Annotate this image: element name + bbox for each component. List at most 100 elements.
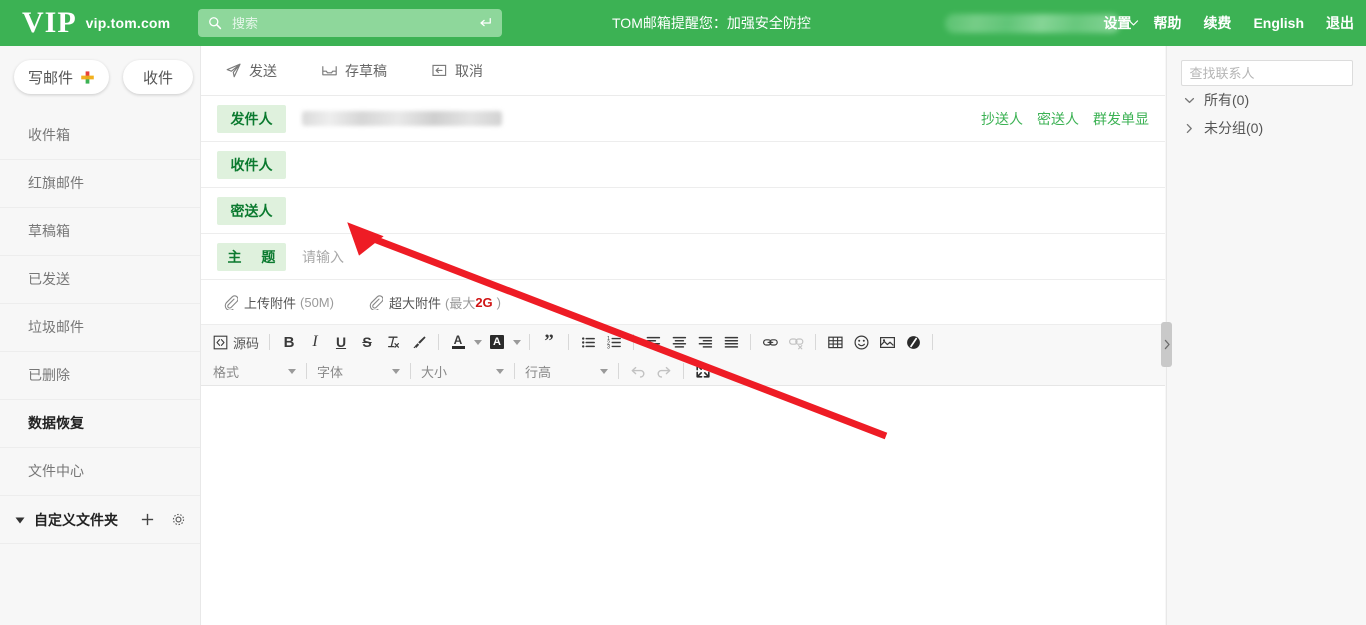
chevron-down-icon <box>392 368 400 374</box>
insert-image-icon[interactable] <box>875 330 899 354</box>
bcc-input[interactable] <box>300 201 1169 220</box>
text-color-dropdown-icon[interactable] <box>472 330 483 354</box>
chevron-down-icon <box>288 368 296 374</box>
mass-send-link[interactable]: 群发单显 <box>1093 109 1149 129</box>
background-color-icon[interactable]: A <box>485 330 509 354</box>
receive-mail-label: 收件 <box>143 69 174 87</box>
recipient-input[interactable] <box>300 155 1169 174</box>
upload-attachment-button[interactable]: 上传附件 (50M) <box>223 293 334 312</box>
size-select[interactable]: 大小 <box>417 360 508 382</box>
compose-actionbar: 发送 存草稿 取消 <box>201 46 1165 96</box>
header-link-settings[interactable]: 设置 <box>1103 13 1131 33</box>
toolbar-divider <box>815 334 817 350</box>
add-folder-icon[interactable] <box>140 512 155 527</box>
recipient-extra-links: 抄送人 密送人 群发单显 <box>967 96 1149 141</box>
blockquote-icon[interactable]: ” <box>537 330 561 354</box>
sidebar-item-deleted[interactable]: 已删除 <box>0 352 200 400</box>
save-draft-button[interactable]: 存草稿 <box>321 61 387 81</box>
subject-value[interactable] <box>300 247 1169 266</box>
chevron-right-icon <box>1186 123 1192 133</box>
gear-icon[interactable] <box>171 512 186 527</box>
insert-link-icon[interactable] <box>758 330 782 354</box>
lineheight-select[interactable]: 行高 <box>521 360 612 382</box>
sidebar-item-flagged[interactable]: 红旗邮件 <box>0 160 200 208</box>
cancel-button[interactable]: 取消 <box>431 61 483 81</box>
header-link-logout[interactable]: 退出 <box>1326 13 1354 33</box>
sidebar-item-inbox[interactable]: 收件箱 <box>0 112 200 160</box>
bcc-value[interactable] <box>300 201 1169 220</box>
search-input[interactable] <box>230 14 478 32</box>
align-right-icon[interactable] <box>693 330 717 354</box>
search-icon <box>209 17 222 30</box>
chevron-down-icon <box>496 368 504 374</box>
remove-format-icon[interactable] <box>381 330 405 354</box>
chevron-right-icon <box>1164 339 1170 350</box>
vip-logo: VIP <box>22 6 77 39</box>
svg-text:3: 3 <box>607 344 610 350</box>
sidebar-item-drafts[interactable]: 草稿箱 <box>0 208 200 256</box>
numbered-list-icon[interactable]: 1 2 3 <box>602 330 626 354</box>
bold-icon[interactable]: B <box>277 330 301 354</box>
search-box[interactable] <box>198 9 502 37</box>
align-left-icon[interactable] <box>641 330 665 354</box>
source-code-button[interactable]: 源码 <box>209 333 263 352</box>
triangle-down-icon[interactable] <box>14 514 26 526</box>
source-code-label: 源码 <box>233 335 260 351</box>
header-links: 设置 帮助 续费 English 退出 <box>1081 0 1354 46</box>
receive-mail-button[interactable]: 收件 <box>123 60 194 94</box>
toolbar-divider <box>683 363 684 379</box>
sidebar-custom-folders[interactable]: 自定义文件夹 <box>0 496 200 544</box>
field-row-sender: 发件人 抄送人 密送人 群发单显 <box>201 96 1165 142</box>
large-attachment-button[interactable]: 超大附件 (最大 2G ) <box>368 293 501 312</box>
subject-input[interactable] <box>300 247 1169 266</box>
panel-collapse-handle[interactable] <box>1161 322 1172 367</box>
undo-icon <box>626 359 650 383</box>
strikethrough-icon[interactable]: S <box>355 330 379 354</box>
recipient-value[interactable] <box>300 155 1169 174</box>
send-button[interactable]: 发送 <box>225 61 277 81</box>
sidebar-item-file-center[interactable]: 文件中心 <box>0 448 200 496</box>
send-plane-icon <box>226 63 241 78</box>
contact-search-box[interactable] <box>1180 60 1353 86</box>
cc-link[interactable]: 抄送人 <box>981 109 1023 129</box>
subject-label: 主 题 <box>217 242 286 271</box>
contact-group-all[interactable]: 所有(0) <box>1167 86 1366 114</box>
enter-key-icon[interactable] <box>478 16 492 30</box>
background-color-dropdown-icon[interactable] <box>511 330 522 354</box>
attachment-bar: 上传附件 (50M) 超大附件 (最大 2G ) <box>201 280 1165 325</box>
toolbar-divider <box>633 334 635 350</box>
redo-icon <box>652 359 676 383</box>
format-painter-icon[interactable] <box>407 330 431 354</box>
header-link-renew[interactable]: 续费 <box>1203 13 1231 33</box>
underline-icon[interactable]: U <box>329 330 353 354</box>
bulleted-list-icon[interactable] <box>576 330 600 354</box>
large-attachment-max: 2G <box>475 294 493 310</box>
format-select[interactable]: 格式 <box>209 360 300 382</box>
contact-group-ungrouped[interactable]: 未分组(0) <box>1167 114 1366 142</box>
format-select-label: 格式 <box>213 364 240 380</box>
sidebar-item-data-recovery[interactable]: 数据恢复 <box>0 400 200 448</box>
sidebar-item-spam[interactable]: 垃圾邮件 <box>0 304 200 352</box>
fullscreen-icon[interactable] <box>691 359 715 383</box>
align-center-icon[interactable] <box>667 330 691 354</box>
font-select[interactable]: 字体 <box>313 360 404 382</box>
emoji-icon[interactable] <box>849 330 873 354</box>
signature-icon[interactable] <box>901 330 925 354</box>
editor-content-area[interactable] <box>201 386 1165 596</box>
header-link-english[interactable]: English <box>1253 15 1304 31</box>
insert-table-icon[interactable] <box>823 330 847 354</box>
italic-icon[interactable]: I <box>303 330 327 354</box>
contact-search-input[interactable] <box>1181 65 1352 81</box>
paperclip-icon <box>224 294 238 310</box>
bcc-link[interactable]: 密送人 <box>1037 109 1079 129</box>
align-justify-icon[interactable] <box>719 330 743 354</box>
text-color-icon[interactable]: A <box>446 330 470 354</box>
toolbar-divider <box>410 363 411 379</box>
toolbar-divider <box>750 334 752 350</box>
toolbar-divider <box>568 334 570 350</box>
contact-group-ungrouped-label: 未分组(0) <box>1204 120 1264 136</box>
size-select-label: 大小 <box>421 364 448 380</box>
header-link-help[interactable]: 帮助 <box>1153 13 1181 33</box>
sidebar-item-sent[interactable]: 已发送 <box>0 256 200 304</box>
compose-mail-button[interactable]: 写邮件 <box>14 60 110 94</box>
